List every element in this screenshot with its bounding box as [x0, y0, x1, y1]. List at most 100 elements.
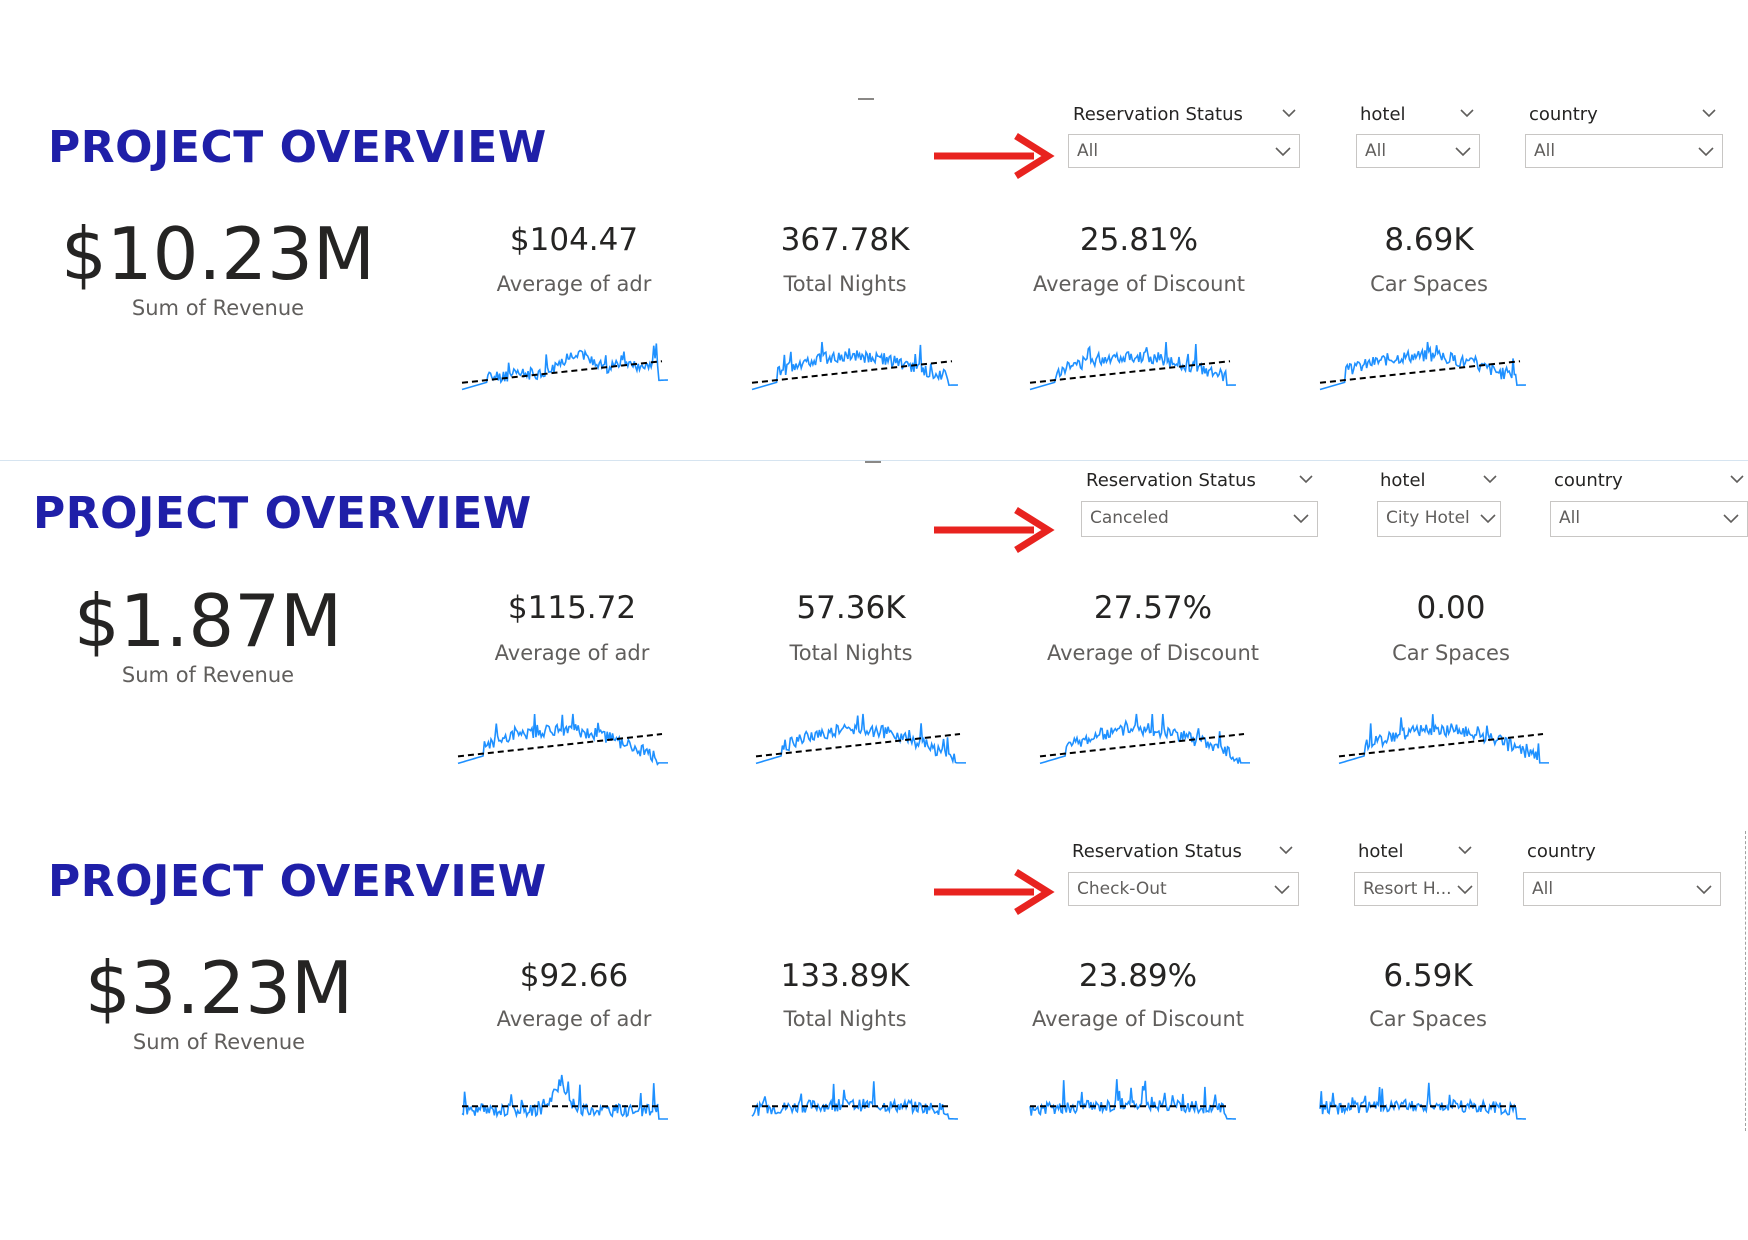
kpi-label-total-nights: Total Nights — [783, 1007, 907, 1031]
slicer-header-country: country — [1527, 841, 1596, 862]
slicer-dropdown-country[interactable]: All — [1525, 134, 1723, 168]
chevron-down-icon — [1293, 514, 1309, 524]
chevron-down-icon[interactable] — [1282, 106, 1296, 120]
red-arrow-icon — [934, 133, 1055, 179]
slicer-value: All — [1534, 141, 1556, 161]
kpi-label-adr: Average of adr — [496, 272, 652, 296]
sparkline-car-spaces — [1319, 1082, 1527, 1120]
sparkline-series — [751, 341, 959, 391]
kpi-value-adr: $115.72 — [507, 590, 637, 626]
slicer-value: Check-Out — [1077, 879, 1167, 899]
kpi-label-discount: Average of Discount — [1046, 641, 1260, 665]
chevron-down-icon — [1275, 147, 1291, 157]
sparkline-total-nights — [751, 1081, 959, 1120]
sparkline-trendline — [1039, 733, 1245, 758]
revenue-value: $1.87M — [73, 579, 343, 663]
sparkline-car-spaces — [1319, 341, 1527, 391]
sparkline-car-spaces — [1338, 714, 1549, 765]
sparkline-discount — [1029, 341, 1237, 391]
sparkline-series — [1338, 714, 1549, 765]
kpi-value-adr: $104.47 — [509, 222, 639, 258]
revenue-value: $3.23M — [84, 946, 354, 1030]
page-title: PROJECT OVERVIEW — [33, 488, 532, 539]
visual-header-handle[interactable] — [865, 461, 881, 463]
kpi-label-adr: Average of adr — [494, 641, 650, 665]
kpi-value-adr: $92.66 — [519, 958, 629, 994]
slicer-header-country: country — [1554, 470, 1623, 491]
sparkline-series — [1319, 1082, 1527, 1120]
red-arrow-icon — [934, 869, 1055, 915]
chevron-down-icon[interactable] — [1730, 472, 1744, 486]
sparkline-trendline — [461, 360, 663, 384]
page-title: PROJECT OVERVIEW — [48, 856, 547, 907]
slicer-dropdown-reservation-status[interactable]: All — [1068, 134, 1300, 168]
slicer-value: City Hotel — [1386, 508, 1470, 528]
sparkline-series — [461, 343, 669, 391]
kpi-value-car-spaces: 8.69K — [1384, 222, 1474, 258]
kpi-value-total-nights: 367.78K — [780, 222, 910, 258]
kpi-value-discount: 23.89% — [1078, 958, 1198, 994]
dashboard-panel-2: PROJECT OVERVIEW $1.87M Sum of Revenue $… — [0, 461, 1748, 831]
revenue-label: Sum of Revenue — [131, 296, 305, 320]
kpi-value-discount: 25.81% — [1079, 222, 1199, 258]
sparkline-series — [755, 713, 966, 765]
chevron-down-icon — [1457, 885, 1473, 895]
sparkline-series — [751, 1081, 959, 1120]
sparkline-total-nights — [751, 341, 959, 391]
sparkline-adr — [461, 1074, 668, 1120]
chevron-down-icon — [1698, 147, 1714, 157]
sparkline-series — [1029, 1079, 1237, 1120]
slicer-value: All — [1077, 141, 1099, 161]
slicer-value: All — [1365, 141, 1387, 161]
slicer-dropdown-hotel[interactable]: City Hotel — [1377, 501, 1501, 537]
slicer-header-hotel: hotel — [1358, 841, 1404, 862]
slicer-header-reservation-status: Reservation Status — [1073, 104, 1243, 125]
chevron-down-icon — [1480, 514, 1496, 524]
kpi-value-discount: 27.57% — [1093, 590, 1213, 626]
page-title: PROJECT OVERVIEW — [48, 122, 547, 173]
revenue-value: $10.23M — [60, 212, 376, 296]
kpi-label-car-spaces: Car Spaces — [1369, 1007, 1487, 1031]
slicer-value: Canceled — [1090, 508, 1169, 528]
kpi-value-total-nights: 133.89K — [780, 958, 910, 994]
sparkline-total-nights — [755, 713, 966, 765]
kpi-label-total-nights: Total Nights — [789, 641, 913, 665]
chevron-down-icon — [1455, 147, 1471, 157]
kpi-label-discount: Average of Discount — [1032, 272, 1246, 296]
slicer-dropdown-hotel[interactable]: Resort H... — [1354, 872, 1478, 906]
scroll-edge — [1745, 831, 1747, 1131]
chevron-down-icon[interactable] — [1460, 106, 1474, 120]
red-arrow-icon — [934, 507, 1055, 553]
chevron-down-icon[interactable] — [1483, 472, 1497, 486]
slicer-value: Resort H... — [1363, 879, 1452, 899]
kpi-label-car-spaces: Car Spaces — [1392, 641, 1510, 665]
sparkline-discount — [1039, 713, 1250, 765]
dashboard-panel-1: PROJECT OVERVIEW $10.23M Sum of Revenue … — [0, 0, 1748, 460]
sparkline-series — [1039, 713, 1250, 765]
slicer-dropdown-country[interactable]: All — [1523, 872, 1721, 906]
slicer-dropdown-country[interactable]: All — [1550, 501, 1748, 537]
slicer-dropdown-reservation-status[interactable]: Check-Out — [1068, 872, 1299, 906]
sparkline-adr — [461, 343, 669, 391]
dashboard-panel-3: PROJECT OVERVIEW $3.23M Sum of Revenue $… — [0, 831, 1748, 1240]
kpi-label-total-nights: Total Nights — [783, 272, 907, 296]
chevron-down-icon[interactable] — [1279, 843, 1293, 857]
chevron-down-icon[interactable] — [1299, 472, 1313, 486]
kpi-value-car-spaces: 6.59K — [1383, 958, 1473, 994]
kpi-value-total-nights: 57.36K — [796, 590, 906, 626]
chevron-down-icon[interactable] — [1458, 843, 1472, 857]
sparkline-series — [1029, 341, 1237, 391]
sparkline-series — [1319, 341, 1527, 391]
visual-header-handle[interactable] — [858, 98, 874, 100]
slicer-dropdown-hotel[interactable]: All — [1356, 134, 1480, 168]
kpi-value-car-spaces: 0.00 — [1416, 590, 1486, 626]
sparkline-series — [457, 713, 668, 766]
chevron-down-icon[interactable] — [1702, 106, 1716, 120]
slicer-value: All — [1532, 879, 1554, 899]
chevron-down-icon — [1696, 885, 1712, 895]
sparkline-series — [461, 1074, 668, 1120]
chevron-down-icon — [1274, 885, 1290, 895]
slicer-value: All — [1559, 508, 1581, 528]
slicer-dropdown-reservation-status[interactable]: Canceled — [1081, 501, 1318, 537]
kpi-label-car-spaces: Car Spaces — [1370, 272, 1488, 296]
